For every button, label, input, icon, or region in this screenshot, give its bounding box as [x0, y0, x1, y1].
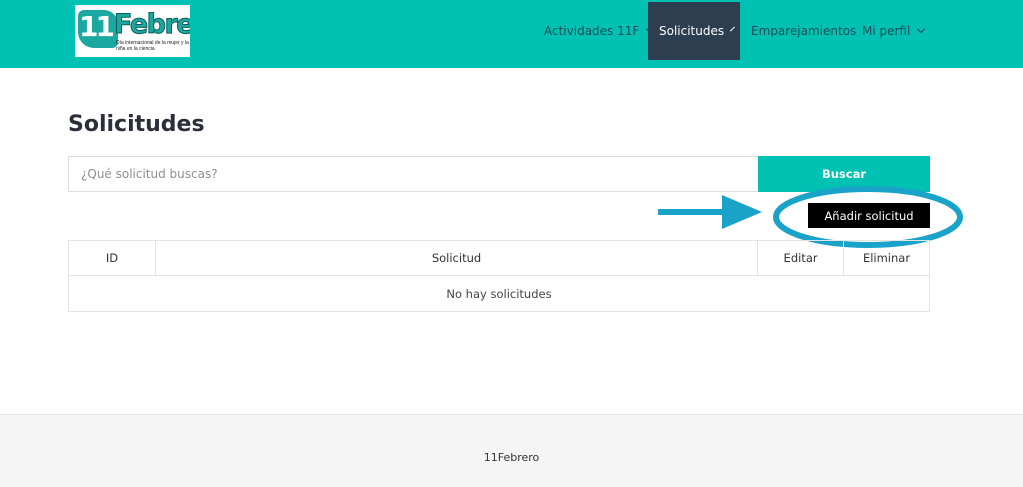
search-button[interactable]: Buscar: [758, 156, 930, 192]
column-header-editar[interactable]: Editar: [757, 240, 845, 276]
footer-text: 11Febrero: [483, 451, 540, 464]
nav-item-mi-perfil[interactable]: Mi perfil: [851, 2, 935, 60]
page-title: Solicitudes: [68, 112, 205, 137]
table-row: No hay solicitudes: [68, 275, 930, 312]
chevron-down-icon: [730, 26, 736, 32]
chevron-down-icon: [917, 24, 926, 34]
nav-item-actividades[interactable]: Actividades 11F: [533, 2, 664, 60]
add-request-button[interactable]: Añadir solicitud: [808, 203, 930, 228]
nav-item-label: Emparejamientos: [751, 24, 857, 38]
nav-item-label: Solicitudes: [659, 24, 725, 38]
logo-word: Febrero: [114, 9, 190, 41]
nav-item-emparejamientos[interactable]: Emparejamientos: [740, 2, 867, 60]
table-header-row: ID Solicitud Editar Eliminar: [68, 240, 930, 276]
requests-table: ID Solicitud Editar Eliminar No hay soli…: [68, 240, 930, 312]
nav-item-solicitudes[interactable]: Solicitudes: [648, 2, 740, 60]
footer: 11Febrero: [0, 414, 1023, 487]
column-header-eliminar[interactable]: Eliminar: [843, 240, 930, 276]
logo-number: 11: [79, 10, 115, 43]
column-header-solicitud[interactable]: Solicitud: [154, 240, 759, 276]
site-logo[interactable]: 11 Febrero Día internacional de la mujer…: [75, 5, 190, 57]
nav-item-label: Mi perfil: [862, 24, 911, 38]
empty-table-message: No hay solicitudes: [68, 275, 930, 312]
column-header-id[interactable]: ID: [68, 240, 156, 276]
search-input[interactable]: [68, 156, 758, 192]
nav-item-label: Actividades 11F: [544, 24, 640, 38]
arrow-icon: [658, 195, 762, 229]
top-navbar: 11 Febrero Día internacional de la mujer…: [0, 0, 1023, 68]
logo-tagline: Día internacional de la mujer y la niña …: [116, 40, 189, 52]
